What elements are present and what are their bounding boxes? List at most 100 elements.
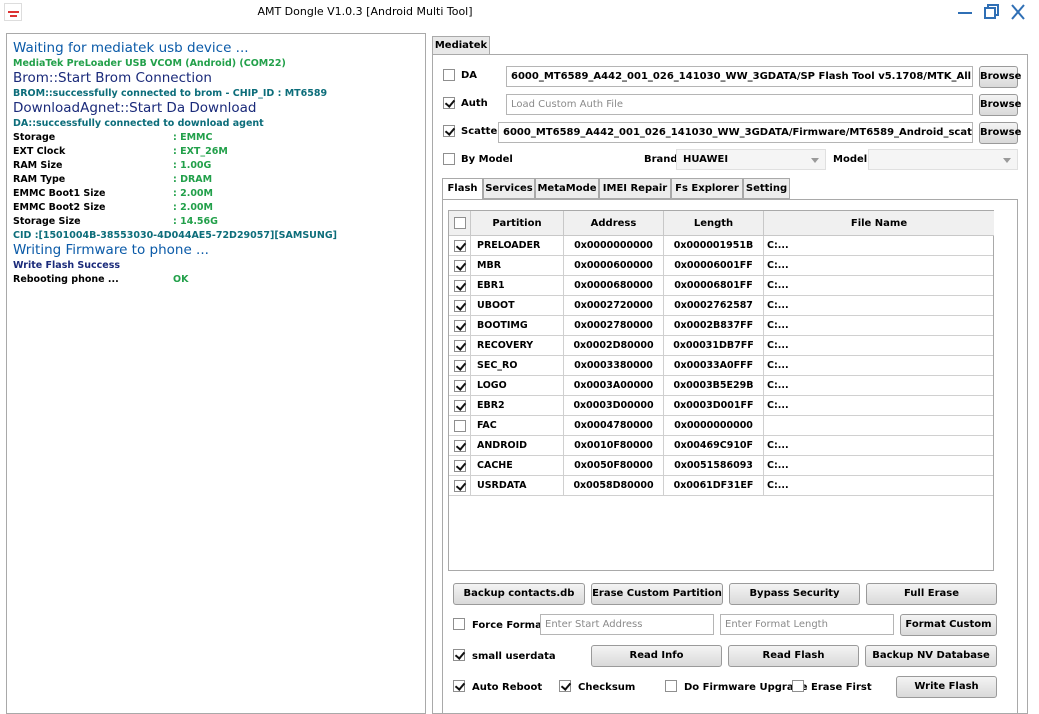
row-checkbox[interactable] (454, 280, 466, 292)
row-checkbox[interactable] (454, 240, 466, 252)
tab-fs-explorer[interactable]: Fs Explorer (671, 178, 743, 199)
row-checkbox[interactable] (454, 260, 466, 272)
table-row[interactable]: EBR2 0x0003D00000 0x0003D001FF C:... (449, 396, 993, 416)
table-row[interactable]: BOOTIMG 0x0002780000 0x0002B837FF C:... (449, 316, 993, 336)
scatter-label: Scatter (461, 126, 503, 137)
cell-address: 0x0002720000 (564, 296, 664, 316)
select-all-checkbox[interactable] (454, 217, 466, 229)
log-writing: Writing Firmware to phone ... (13, 242, 209, 258)
backup-contacts-button[interactable]: Backup contacts.db (453, 583, 585, 605)
force-format-checkbox[interactable] (453, 618, 465, 630)
auto-reboot-checkbox[interactable] (453, 680, 465, 692)
cell-address: 0x0050F80000 (564, 456, 664, 476)
row-checkbox[interactable] (454, 340, 466, 352)
column-header[interactable]: Partition (471, 211, 564, 236)
log-info-value: : 1.00G (173, 160, 212, 171)
row-checkbox[interactable] (454, 360, 466, 372)
tab-metamode[interactable]: MetaMode (535, 178, 599, 199)
force-format-label: Force Format (472, 620, 547, 631)
format-custom-button[interactable]: Format Custom (900, 614, 997, 636)
checksum-checkbox[interactable] (559, 680, 571, 692)
scatter-browse-button[interactable]: Browse (979, 122, 1021, 144)
row-checkbox[interactable] (454, 300, 466, 312)
log-info-key: EMMC Boot2 Size (13, 202, 106, 213)
model-select[interactable] (868, 149, 1018, 170)
by-model-checkbox[interactable] (443, 153, 455, 165)
title-bar: AMT Dongle V1.0.3 [Android Multi Tool] (0, 0, 1039, 26)
start-address-input[interactable]: Enter Start Address (540, 614, 714, 635)
erase-first-checkbox[interactable] (792, 680, 804, 692)
auth-browse-button[interactable]: Browse (979, 94, 1021, 116)
row-checkbox[interactable] (454, 460, 466, 472)
column-header[interactable]: Length (664, 211, 764, 236)
brand-select[interactable]: HUAWEI (676, 149, 826, 170)
row-checkbox[interactable] (454, 400, 466, 412)
tab-flash[interactable]: Flash (442, 178, 483, 200)
table-row[interactable]: FAC 0x0004780000 0x0000000000 (449, 416, 993, 436)
tab-mediatek[interactable]: Mediatek (432, 36, 490, 55)
table-row[interactable]: EBR1 0x0000680000 0x00006801FF C:... (449, 276, 993, 296)
log-info-value: : EXT_26M (173, 146, 228, 157)
erase-custom-partition-button[interactable]: Erase Custom Partition (591, 583, 723, 605)
brand-select-value: HUAWEI (683, 154, 729, 165)
log-info-key: Storage (13, 132, 56, 143)
full-erase-button[interactable]: Full Erase (866, 583, 997, 605)
cell-file: C:... (767, 440, 789, 451)
bypass-security-button[interactable]: Bypass Security (729, 583, 860, 605)
table-row[interactable]: SEC_RO 0x0003380000 0x00033A0FFF C:... (449, 356, 993, 376)
log-panel[interactable]: Waiting for mediatek usb device ... Medi… (6, 33, 426, 714)
table-row[interactable]: PRELOADER 0x0000000000 0x000001951B C:... (449, 236, 993, 256)
log-port: MediaTek PreLoader USB VCOM (Android) (C… (13, 58, 286, 69)
row-checkbox[interactable] (454, 440, 466, 452)
read-info-button[interactable]: Read Info (591, 645, 722, 667)
da-browse-button[interactable]: Browse (979, 66, 1021, 88)
row-checkbox[interactable] (454, 420, 466, 432)
do-firmware-upgrade-label: Do Firmware Upgrade (684, 682, 808, 693)
da-path-field[interactable]: 6000_MT6589_A442_001_026_141030_WW_3GDAT… (506, 66, 973, 87)
table-row[interactable]: LOGO 0x0003A00000 0x0003B5E29B C:... (449, 376, 993, 396)
cell-address: 0x0010F80000 (564, 436, 664, 456)
cell-name: RECOVERY (471, 336, 564, 356)
table-row[interactable]: CACHE 0x0050F80000 0x0051586093 C:... (449, 456, 993, 476)
close-icon[interactable] (1006, 1, 1030, 23)
scatter-checkbox[interactable] (443, 125, 455, 137)
read-flash-button[interactable]: Read Flash (728, 645, 859, 667)
column-header[interactable]: Address (564, 211, 664, 236)
column-header[interactable]: File Name (764, 211, 994, 236)
minimize-icon[interactable] (953, 1, 977, 23)
tab-setting[interactable]: Setting (743, 178, 790, 199)
cell-file: C:... (767, 400, 789, 411)
auth-checkbox[interactable] (443, 97, 455, 109)
table-row[interactable]: MBR 0x0000600000 0x00006001FF C:... (449, 256, 993, 276)
scatter-path-field[interactable]: 6000_MT6589_A442_001_026_141030_WW_3GDAT… (498, 122, 973, 143)
table-row[interactable]: RECOVERY 0x0002D80000 0x00031DB7FF C:... (449, 336, 993, 356)
cell-file: C:... (767, 320, 789, 331)
write-flash-button[interactable]: Write Flash (896, 676, 997, 698)
row-checkbox[interactable] (454, 480, 466, 492)
cell-file: C:... (767, 300, 789, 311)
table-row[interactable]: ANDROID 0x0010F80000 0x00469C910F C:... (449, 436, 993, 456)
cell-address: 0x0004780000 (564, 416, 664, 436)
cell-name: EBR1 (471, 276, 564, 296)
restore-icon[interactable] (979, 1, 1003, 23)
small-userdata-checkbox[interactable] (453, 649, 465, 661)
log-brom-ok: BROM::successfully connected to brom - C… (13, 88, 328, 99)
row-check-cell (449, 276, 471, 296)
table-row[interactable]: USRDATA 0x0058D80000 0x0061DF31EF C:... (449, 476, 993, 496)
do-firmware-upgrade-checkbox[interactable] (665, 680, 677, 692)
tab-imei-repair[interactable]: IMEI Repair (599, 178, 671, 199)
row-checkbox[interactable] (454, 320, 466, 332)
da-checkbox[interactable] (443, 69, 455, 81)
cell-length: 0x00469C910F (664, 436, 764, 456)
backup-nv-database-button[interactable]: Backup NV Database (865, 645, 997, 667)
cell-length: 0x0002762587 (664, 296, 764, 316)
format-length-input[interactable]: Enter Format Length (720, 614, 894, 635)
cell-address: 0x0002D80000 (564, 336, 664, 356)
auth-path-field[interactable]: Load Custom Auth File (506, 94, 973, 115)
row-checkbox[interactable] (454, 380, 466, 392)
tab-services[interactable]: Services (483, 178, 535, 199)
cell-address: 0x0003D00000 (564, 396, 664, 416)
model-label: Model (833, 154, 868, 165)
partition-table: Partition Address Length File Name PRELO… (448, 210, 994, 571)
table-row[interactable]: UBOOT 0x0002720000 0x0002762587 C:... (449, 296, 993, 316)
